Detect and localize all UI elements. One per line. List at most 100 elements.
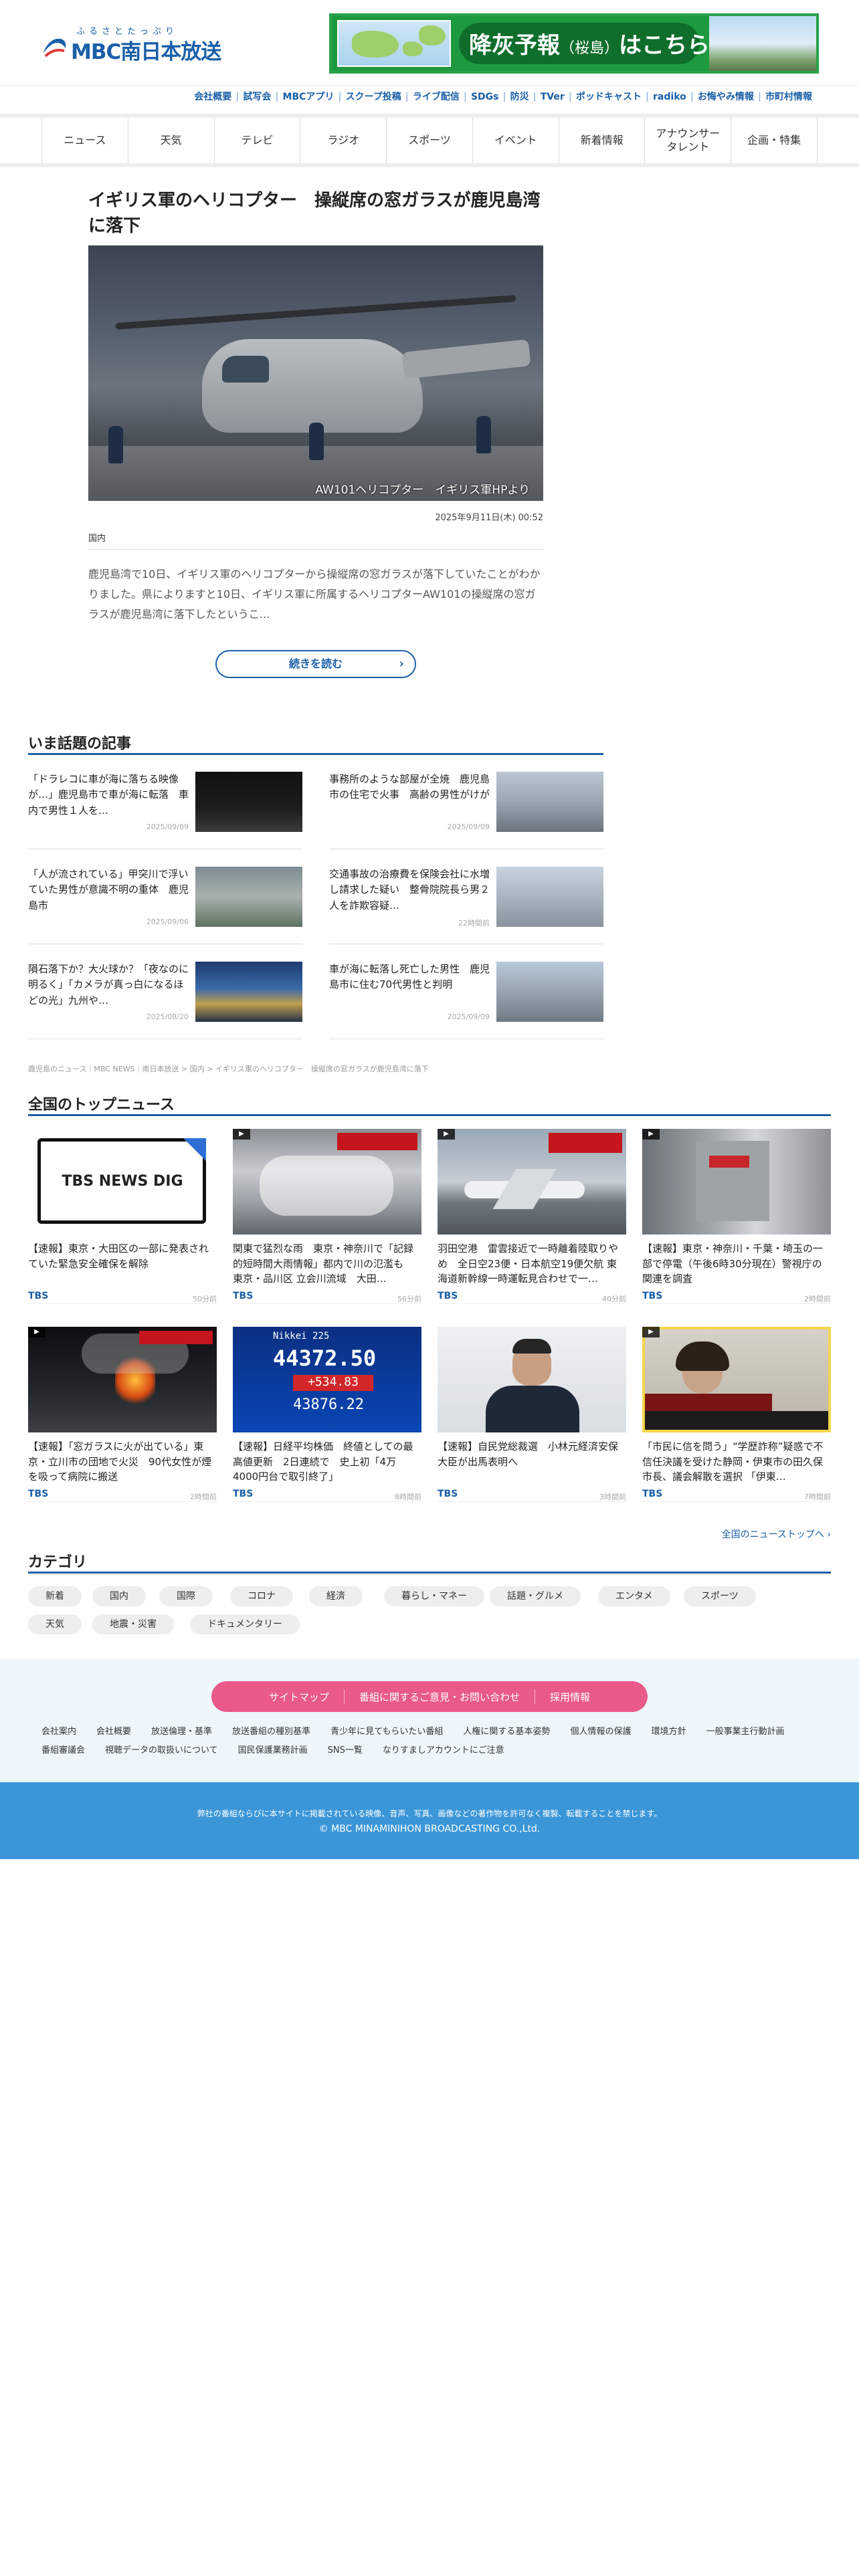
- site-logo[interactable]: ふるさとたっぷり MBC南日本放送: [40, 24, 221, 64]
- trending-thumb: [195, 962, 302, 1022]
- category-chip[interactable]: 暮らし・マネー: [384, 1586, 484, 1606]
- trending-item[interactable]: 車が海に転落し死亡した男性 鹿児島市に住む70代男性と判明 2025/09/09: [329, 959, 603, 1039]
- utility-nav-item[interactable]: お悔やみ情報: [698, 86, 754, 108]
- global-nav-item[interactable]: スポーツ: [386, 118, 472, 163]
- article-title[interactable]: イギリス軍のヘリコプター 操縦席の窓ガラスが鹿児島湾に落下: [88, 189, 543, 239]
- article-date: 2025年9月11日(木) 00:52: [435, 513, 543, 524]
- utility-nav-item[interactable]: SDGs: [471, 86, 499, 108]
- footer-link[interactable]: 国民保護業務計画: [238, 1741, 308, 1760]
- utility-nav-item[interactable]: 市町村情報: [765, 86, 812, 108]
- utility-nav-item[interactable]: 会社概要: [194, 86, 231, 108]
- category-chip[interactable]: 話題・グルメ: [490, 1586, 581, 1606]
- news-thumb: TBS NEWS DIG: [28, 1129, 217, 1235]
- contact-link[interactable]: 番組に関するご意見・お問い合わせ: [345, 1690, 535, 1704]
- read-more-button[interactable]: 続きを読む ›: [215, 650, 416, 678]
- news-card[interactable]: ▶ 【速報】「窓ガラスに火が出ている」東京・立川市の団地で火災 90代女性が煙を…: [28, 1327, 217, 1502]
- news-card[interactable]: TBS NEWS DIG 【速報】東京・大田区の一部に発表されていた緊急安全確保…: [28, 1129, 217, 1304]
- news-time: 7時間前: [804, 1493, 831, 1501]
- footer-link[interactable]: 会社概要: [96, 1723, 131, 1741]
- global-nav-item[interactable]: 企画・特集: [731, 118, 818, 163]
- topnews-more-label: 全国のニューストップへ: [721, 1529, 824, 1540]
- news-card[interactable]: 【速報】自民党総裁選 小林元経済安保大臣が出馬表明へ TBS 3時間前: [438, 1327, 626, 1502]
- footer-link[interactable]: なりすましアカウントにご注意: [383, 1741, 504, 1760]
- global-nav-item[interactable]: テレビ: [213, 118, 300, 163]
- global-nav-item[interactable]: アナウンサー タレント: [644, 118, 731, 163]
- ticker-value: 44372.50: [273, 1346, 377, 1371]
- divider: [88, 549, 543, 550]
- global-nav-item[interactable]: イベント: [472, 118, 559, 163]
- footer-link[interactable]: 会社案内: [41, 1723, 76, 1741]
- global-nav-item[interactable]: 天気: [127, 118, 214, 163]
- trending-item[interactable]: 事務所のような部屋が全焼 鹿児島市の住宅で火事 高齢の男性がけが 2025/09/…: [329, 769, 603, 849]
- utility-nav-item[interactable]: ポッドキャスト: [576, 86, 642, 108]
- utility-nav-item[interactable]: 防災: [510, 86, 529, 108]
- category-chip[interactable]: エンタメ: [598, 1586, 670, 1606]
- category-chip[interactable]: コロナ: [230, 1586, 293, 1606]
- trending-thumb: [195, 867, 302, 927]
- news-card[interactable]: Nikkei 225 44372.50 +534.83 43876.22 【速報…: [233, 1327, 421, 1502]
- news-thumb: ▶: [233, 1129, 421, 1235]
- chevron-right-icon: ›: [399, 657, 404, 671]
- category-chip[interactable]: 経済: [309, 1586, 363, 1606]
- news-meta: TBS 2時間前: [642, 1291, 831, 1304]
- image-caption: AW101ヘリコプター イギリス軍HPより: [315, 484, 530, 498]
- footer-link[interactable]: 放送番組の種別基準: [232, 1723, 310, 1741]
- news-card[interactable]: ▶ 「市民に信を問う」“学歴詐称”疑惑で不信任決議を受けた静岡・伊東市の田久保市…: [642, 1327, 831, 1502]
- helicopter-tail: [401, 339, 531, 380]
- trending-item[interactable]: 隕石落下か？大火球か？「夜なのに明るく」「カメラが真っ白になるほどの光」九州や……: [28, 959, 302, 1039]
- category-chip[interactable]: 新着: [28, 1586, 82, 1606]
- news-card[interactable]: ▶ 関東で猛烈な雨 東京・神奈川で「記録的短時間大雨情報」都内で川の氾濫も 東京…: [233, 1129, 421, 1304]
- news-meta: TBS 56分前: [233, 1291, 421, 1304]
- trending-text: 交通事故の治療費を保険会社に水増し請求した疑い 整骨院院長ら男２人を詐欺容疑…: [329, 868, 490, 911]
- recruit-link[interactable]: 採用情報: [535, 1690, 605, 1704]
- breadcrumb[interactable]: 鹿児島のニュース｜MBC NEWS｜南日本放送 > 国内 > イギリス軍のヘリコ…: [28, 1063, 429, 1074]
- news-card[interactable]: ▶ 羽田空港 雷雲接近で一時離着陸取りやめ 全日空23便・日本航空19便欠航 東…: [438, 1129, 626, 1304]
- global-nav-item[interactable]: ニュース: [41, 118, 128, 163]
- utility-nav-item[interactable]: スクープ投稿: [346, 86, 401, 108]
- trending-text: 隕石落下か？大火球か？「夜なのに明るく」「カメラが真っ白になるほどの光」九州や…: [28, 963, 189, 1006]
- crew-figure: [476, 416, 491, 454]
- category-chip[interactable]: 地震・災害: [92, 1614, 174, 1634]
- footer-link[interactable]: 視聴データの取扱いについて: [105, 1741, 218, 1760]
- ash-forecast-banner[interactable]: 降灰予報（桜島）はこちら: [329, 13, 819, 74]
- utility-nav-item[interactable]: ライブ配信: [413, 86, 460, 108]
- news-time: 2時間前: [804, 1295, 831, 1303]
- trending-item[interactable]: 「ドラレコに車が海に落ちる映像が…」鹿児島市で車が海に転落 車内で男性１人を… 2…: [28, 769, 302, 849]
- footer-link[interactable]: 番組審議会: [41, 1741, 85, 1760]
- footer-link[interactable]: 人権に関する基本姿勢: [463, 1723, 550, 1741]
- global-nav-item[interactable]: 新着情報: [558, 118, 645, 163]
- footer-links-area: サイトマップ 番組に関するご意見・お問い合わせ 採用情報 会社案内 会社概要 放送倫…: [0, 1658, 859, 1782]
- category-chip[interactable]: ドキュメンタリー: [190, 1614, 300, 1634]
- category-chip[interactable]: 天気: [28, 1614, 82, 1634]
- footer-pink-bar: サイトマップ 番組に関するご意見・お問い合わせ 採用情報: [211, 1681, 648, 1712]
- trending-item[interactable]: 「人が流されている」甲突川で浮いていた男性が意識不明の重体 鹿児島市 2025/0…: [28, 864, 302, 944]
- news-card[interactable]: ▶ 【速報】東京・神奈川・千葉・埼玉の一部で停電（午後6時30分現在）警視庁の関…: [642, 1129, 831, 1304]
- person-suit: [486, 1386, 579, 1432]
- sitemap-link[interactable]: サイトマップ: [254, 1690, 344, 1704]
- category-chip[interactable]: 国内: [92, 1586, 146, 1606]
- article-category[interactable]: 国内: [88, 531, 543, 544]
- category-chip[interactable]: スポーツ: [684, 1586, 756, 1606]
- utility-nav-item[interactable]: 試写会: [243, 86, 271, 108]
- footer-link[interactable]: 一般事業主行動計画: [706, 1723, 784, 1741]
- global-nav-item[interactable]: ラジオ: [300, 118, 386, 163]
- alert-caption: [337, 1133, 417, 1150]
- logo-text: MBC南日本放送: [71, 40, 221, 64]
- footer-link[interactable]: SNS一覧: [328, 1741, 363, 1760]
- utility-nav-item[interactable]: MBCアプリ: [283, 86, 335, 108]
- article-image[interactable]: AW101ヘリコプター イギリス軍HPより: [88, 245, 543, 502]
- ticker-change: +534.83: [293, 1375, 373, 1391]
- utility-nav-item[interactable]: TVer: [541, 86, 565, 108]
- utility-nav-item[interactable]: radiko: [653, 86, 686, 108]
- category-chip[interactable]: 国際: [159, 1586, 213, 1606]
- play-icon: ▶: [438, 1129, 455, 1140]
- news-thumb: ▶: [28, 1327, 217, 1432]
- banner-map-image: [337, 20, 451, 67]
- footer-link[interactable]: 放送倫理・基準: [151, 1723, 212, 1741]
- trending-item[interactable]: 交通事故の治療費を保険会社に水増し請求した疑い 整骨院院長ら男２人を詐欺容疑… 2…: [329, 864, 603, 944]
- footer-link[interactable]: 個人情報の保護: [570, 1723, 631, 1741]
- topnews-more-link[interactable]: 全国のニューストップへ ›: [722, 1527, 831, 1541]
- site-header: ふるさとたっぷり MBC南日本放送 降灰予報（桜島）はこちら: [0, 0, 859, 86]
- footer-link[interactable]: 青少年に見てもらいたい番組: [330, 1723, 443, 1741]
- footer-link[interactable]: 環境方針: [651, 1723, 686, 1741]
